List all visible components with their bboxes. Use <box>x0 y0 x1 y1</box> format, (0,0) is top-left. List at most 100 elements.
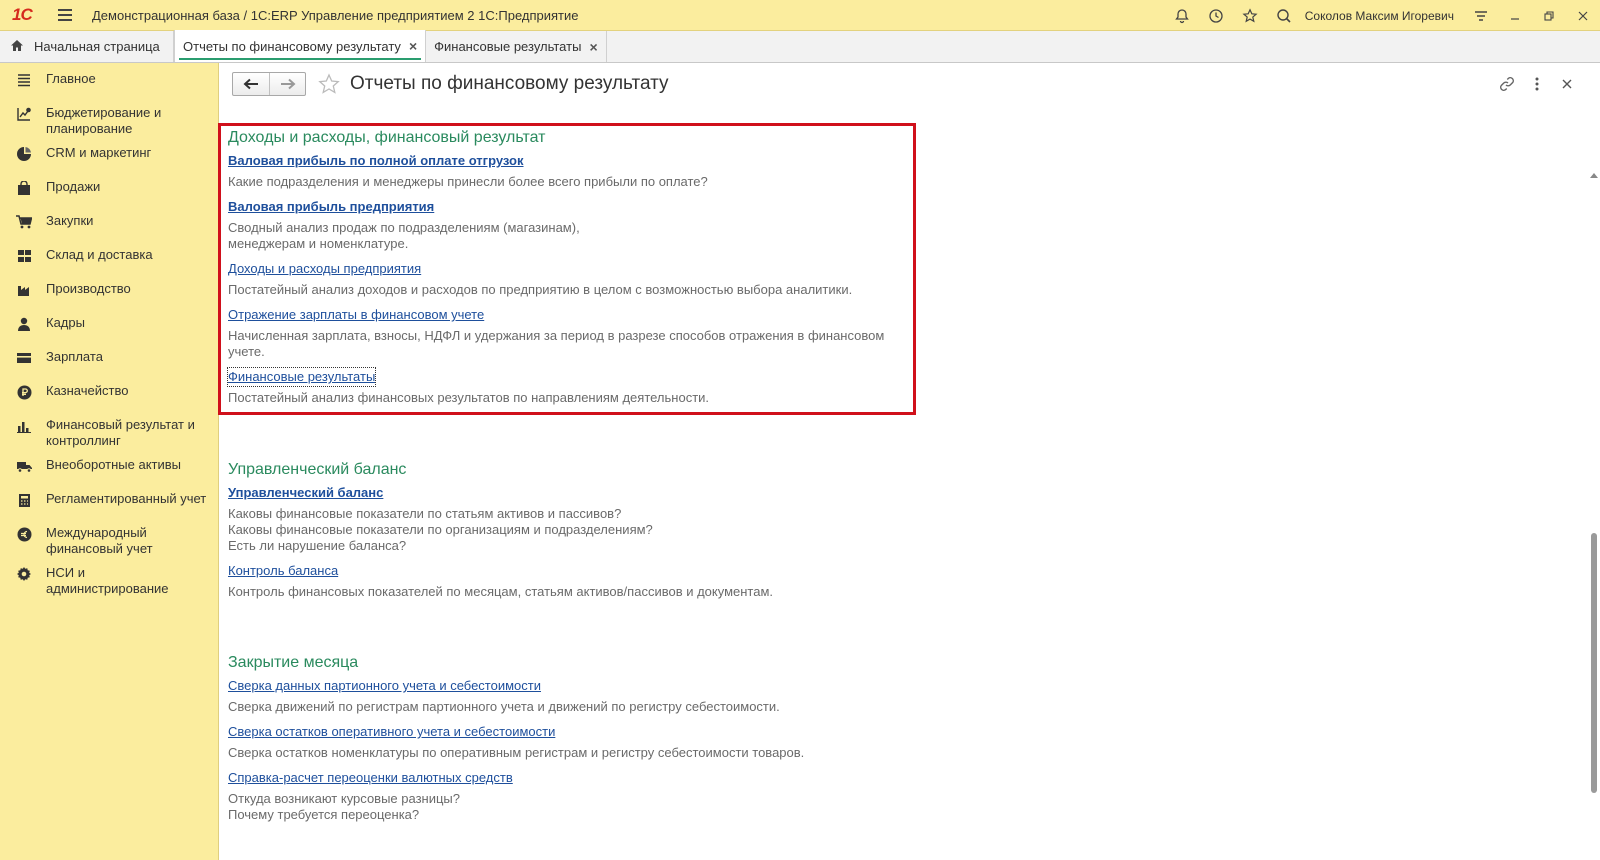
tab-financial-results[interactable]: Финансовые результаты × <box>426 31 607 62</box>
bag-icon <box>14 180 34 196</box>
report-description: Начисленная зарплата, взносы, НДФЛ и уде… <box>228 328 885 359</box>
sidebar-item-budgeting[interactable]: Бюджетирование и планирование <box>0 101 218 141</box>
history-icon[interactable] <box>1199 0 1233 31</box>
report-description: Сверка движений по регистрам партионного… <box>228 699 780 714</box>
sidebar-item-salary[interactable]: Зарплата <box>0 345 218 379</box>
report-link[interactable]: Валовая прибыль по полной оплате отгрузо… <box>228 152 524 170</box>
app-logo: 1С <box>12 5 33 24</box>
form-toolbar: Отчеты по финансовому результату <box>232 72 669 96</box>
report-link[interactable]: Управленческий баланс <box>228 484 383 502</box>
factory-icon <box>14 282 34 298</box>
settings-menu-icon[interactable] <box>1464 0 1498 31</box>
report-link[interactable]: Доходы и расходы предприятия <box>228 260 421 278</box>
euro-icon <box>14 526 34 542</box>
gear-icon <box>14 566 34 582</box>
more-actions-icon[interactable] <box>1522 72 1552 96</box>
report-description: Постатейный анализ доходов и расходов по… <box>228 282 853 297</box>
report-description: Какие подразделения и менеджеры принесли… <box>228 174 708 189</box>
link-icon[interactable] <box>1492 72 1522 96</box>
scroll-up-icon[interactable] <box>1590 173 1598 178</box>
report-item: Валовая прибыль по полной оплате отгрузо… <box>228 152 913 190</box>
title-bar: 1С Демонстрационная база / 1С:ERP Управл… <box>0 0 1600 31</box>
group-title: Доходы и расходы, финансовый результат <box>228 129 546 146</box>
report-link[interactable]: Справка-расчет переоценки валютных средс… <box>228 769 513 787</box>
report-link[interactable]: Валовая прибыль предприятия <box>228 198 434 216</box>
report-description: Сводный анализ продаж по подразделениям … <box>228 220 580 251</box>
warehouse-icon <box>14 248 34 264</box>
sidebar-item-purchases[interactable]: Закупки <box>0 209 218 243</box>
window-title: Демонстрационная база / 1С:ERP Управлени… <box>92 7 579 23</box>
main-menu-icon[interactable] <box>58 9 72 21</box>
report-item: Управленческий баланс Каковы финансовые … <box>228 484 1548 554</box>
report-description: Каковы финансовые показатели по статьям … <box>228 506 653 553</box>
person-icon <box>14 316 34 332</box>
report-item: Финансовые результаты Постатейный анализ… <box>226 367 913 406</box>
report-link[interactable]: Сверка остатков оперативного учета и себ… <box>228 723 555 741</box>
calculator-icon <box>14 492 34 508</box>
sidebar-item-financial-result[interactable]: Финансовый результат и контроллинг <box>0 413 218 453</box>
budget-icon <box>14 106 34 122</box>
report-description: Откуда возникают курсовые разницы? Почем… <box>228 791 460 822</box>
wallet-icon <box>14 350 34 366</box>
sidebar-item-regulated-accounting[interactable]: Регламентированный учет <box>0 487 218 521</box>
report-description: Сверка остатков номенклатуры по оператив… <box>228 745 805 760</box>
report-link[interactable]: Финансовые результаты <box>226 367 377 387</box>
favorites-star-icon[interactable] <box>1233 0 1267 31</box>
tab-home[interactable]: Начальная страница <box>0 31 174 62</box>
navigation-buttons <box>232 72 306 96</box>
tab-label: Финансовые результаты <box>434 39 582 54</box>
report-item: Отражение зарплаты в финансовом учете На… <box>228 306 913 360</box>
report-group-management-balance: Управленческий баланс Управленческий бал… <box>228 457 1548 614</box>
report-item: Сверка данных партионного учета и себест… <box>228 677 1548 715</box>
tab-label: Начальная страница <box>34 39 160 54</box>
sidebar-item-sales[interactable]: Продажи <box>0 175 218 209</box>
add-to-favorites-star-icon[interactable] <box>318 73 340 95</box>
restore-button[interactable] <box>1532 0 1566 31</box>
sidebar-item-admin[interactable]: НСИ и администрирование <box>0 561 218 601</box>
report-description: Постатейный анализ финансовых результато… <box>228 390 710 405</box>
sidebar-item-treasury[interactable]: Казначейство <box>0 379 218 413</box>
vertical-scrollbar[interactable] <box>1588 173 1600 860</box>
sidebar-item-personnel[interactable]: Кадры <box>0 311 218 345</box>
sidebar-item-production[interactable]: Производство <box>0 277 218 311</box>
bell-icon[interactable] <box>1165 0 1199 31</box>
close-window-button[interactable] <box>1566 0 1600 31</box>
report-link[interactable]: Сверка данных партионного учета и себест… <box>228 677 541 695</box>
list-icon <box>14 72 34 88</box>
home-icon <box>10 39 24 55</box>
sidebar-item-crm[interactable]: CRM и маркетинг <box>0 141 218 175</box>
sidebar-item-international-accounting[interactable]: Международный финансовый учет <box>0 521 218 561</box>
report-item: Сверка остатков оперативного учета и себ… <box>228 723 1548 761</box>
cart-icon <box>14 214 34 230</box>
main-content: Отчеты по финансовому результату Доходы … <box>218 63 1600 860</box>
truck-icon <box>14 458 34 474</box>
page-title: Отчеты по финансовому результату <box>350 73 669 94</box>
report-link[interactable]: Контроль баланса <box>228 562 338 580</box>
sidebar-item-main[interactable]: Главное <box>0 67 218 101</box>
report-item: Контроль баланса Контроль финансовых пок… <box>228 562 1548 600</box>
forward-button[interactable] <box>269 73 305 95</box>
close-form-icon[interactable] <box>1552 72 1582 96</box>
user-name[interactable]: Соколов Максим Игоревич <box>1305 9 1454 23</box>
group-title: Закрытие месяца <box>228 654 359 671</box>
minimize-button[interactable] <box>1498 0 1532 31</box>
report-group-month-closing: Закрытие месяца Сверка данных партионног… <box>228 650 1548 837</box>
scrollbar-thumb[interactable] <box>1591 533 1597 793</box>
sections-panel: Главное Бюджетирование и планирование CR… <box>0 63 219 860</box>
report-item: Валовая прибыль предприятия Сводный анал… <box>228 198 913 252</box>
report-link[interactable]: Отражение зарплаты в финансовом учете <box>228 306 484 324</box>
close-icon[interactable]: × <box>409 38 417 54</box>
reports-list: Доходы и расходы, финансовый результат В… <box>218 123 1548 837</box>
sidebar-item-warehouse[interactable]: Склад и доставка <box>0 243 218 277</box>
close-icon[interactable]: × <box>589 39 597 55</box>
tabs-bar: Начальная страница Отчеты по финансовому… <box>0 30 1600 63</box>
search-icon[interactable] <box>1267 0 1301 31</box>
crm-icon <box>14 146 34 162</box>
bar-chart-icon <box>14 418 34 434</box>
tab-reports-financial-result[interactable]: Отчеты по финансовому результату × <box>174 30 427 62</box>
back-button[interactable] <box>233 73 269 95</box>
report-item: Доходы и расходы предприятия Постатейный… <box>228 260 913 298</box>
ruble-icon <box>14 384 34 400</box>
sidebar-item-fixed-assets[interactable]: Внеоборотные активы <box>0 453 218 487</box>
report-group-income-expenses: Доходы и расходы, финансовый результат В… <box>218 123 916 415</box>
